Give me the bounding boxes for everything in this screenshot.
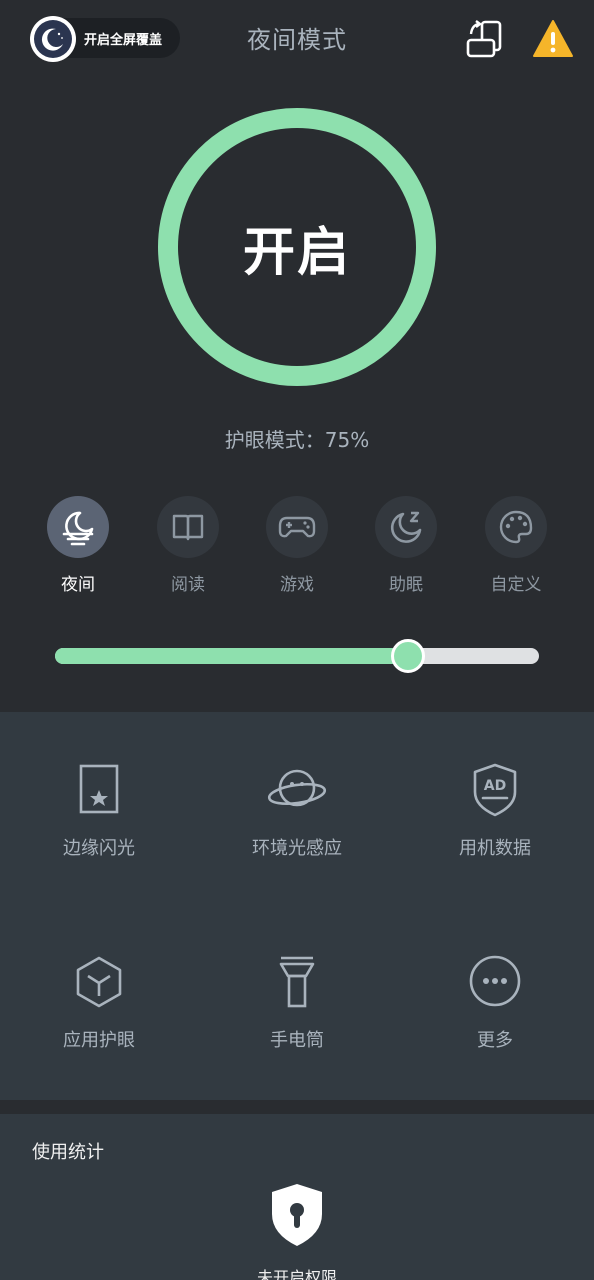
- tool-more[interactable]: 更多: [396, 952, 594, 1052]
- usage-stats-section: 使用统计 未开启权限: [0, 1114, 594, 1280]
- mode-selector: 夜间 阅读 游戏 助眠 自定义: [0, 496, 594, 596]
- warning-icon[interactable]: [532, 18, 574, 60]
- cube-icon: [76, 956, 122, 1008]
- mode-label: 夜间: [61, 575, 95, 595]
- permission-not-enabled-text[interactable]: 未开启权限: [0, 1264, 594, 1280]
- rotate-screen-icon[interactable]: [464, 18, 506, 60]
- power-toggle-ring[interactable]: 开启: [158, 108, 436, 386]
- mode-night[interactable]: 夜间: [23, 496, 133, 595]
- tool-usage-data[interactable]: AD 用机数据: [396, 760, 594, 860]
- usage-stats-title: 使用统计: [32, 1142, 104, 1163]
- night-moon-icon: [47, 496, 109, 558]
- edge-flash-icon: [79, 764, 119, 814]
- tool-label: 用机数据: [459, 838, 531, 859]
- mode-label: 阅读: [171, 575, 205, 595]
- power-toggle-label: 开启: [242, 222, 351, 283]
- palette-icon: [485, 496, 547, 558]
- mode-sleep[interactable]: 助眠: [351, 496, 461, 595]
- tool-app-eye-care[interactable]: 应用护眼: [0, 952, 198, 1052]
- slider-thumb[interactable]: [391, 639, 426, 673]
- sleep-moon-icon: [375, 496, 437, 558]
- tool-label: 手电筒: [270, 1030, 324, 1051]
- lock-shield-icon[interactable]: [268, 1182, 326, 1248]
- tool-label: 应用护眼: [63, 1030, 135, 1051]
- mode-label: 助眠: [389, 575, 423, 595]
- planet-face-icon: [267, 769, 327, 807]
- mode-label: 游戏: [280, 575, 314, 595]
- eye-protection-status: 护眼模式：75%: [224, 428, 370, 452]
- tool-label: 环境光感应: [252, 838, 342, 859]
- mode-reading[interactable]: 阅读: [133, 496, 243, 595]
- ad-shield-icon: AD: [473, 763, 517, 817]
- gamepad-icon: [266, 496, 328, 558]
- top-bar: 开启全屏覆盖 夜间模式: [0, 0, 594, 80]
- flashlight-icon: [279, 956, 315, 1008]
- book-icon: [157, 496, 219, 558]
- tool-label: 更多: [477, 1030, 513, 1051]
- mode-game[interactable]: 游戏: [242, 496, 352, 595]
- slider-fill: [55, 648, 409, 664]
- tool-ambient-light[interactable]: 环境光感应: [198, 760, 396, 860]
- tools-panel: 边缘闪光 环境光感应 AD 用机数据 应用护眼 手电筒 更多: [0, 712, 594, 1100]
- tool-flashlight[interactable]: 手电筒: [198, 952, 396, 1052]
- tool-edge-flash[interactable]: 边缘闪光: [0, 760, 198, 860]
- intensity-slider[interactable]: [55, 639, 539, 673]
- more-icon: [469, 955, 521, 1007]
- svg-text:AD: AD: [484, 778, 506, 794]
- mode-label: 自定义: [490, 575, 542, 595]
- mode-custom[interactable]: 自定义: [461, 496, 571, 595]
- tool-label: 边缘闪光: [63, 838, 135, 859]
